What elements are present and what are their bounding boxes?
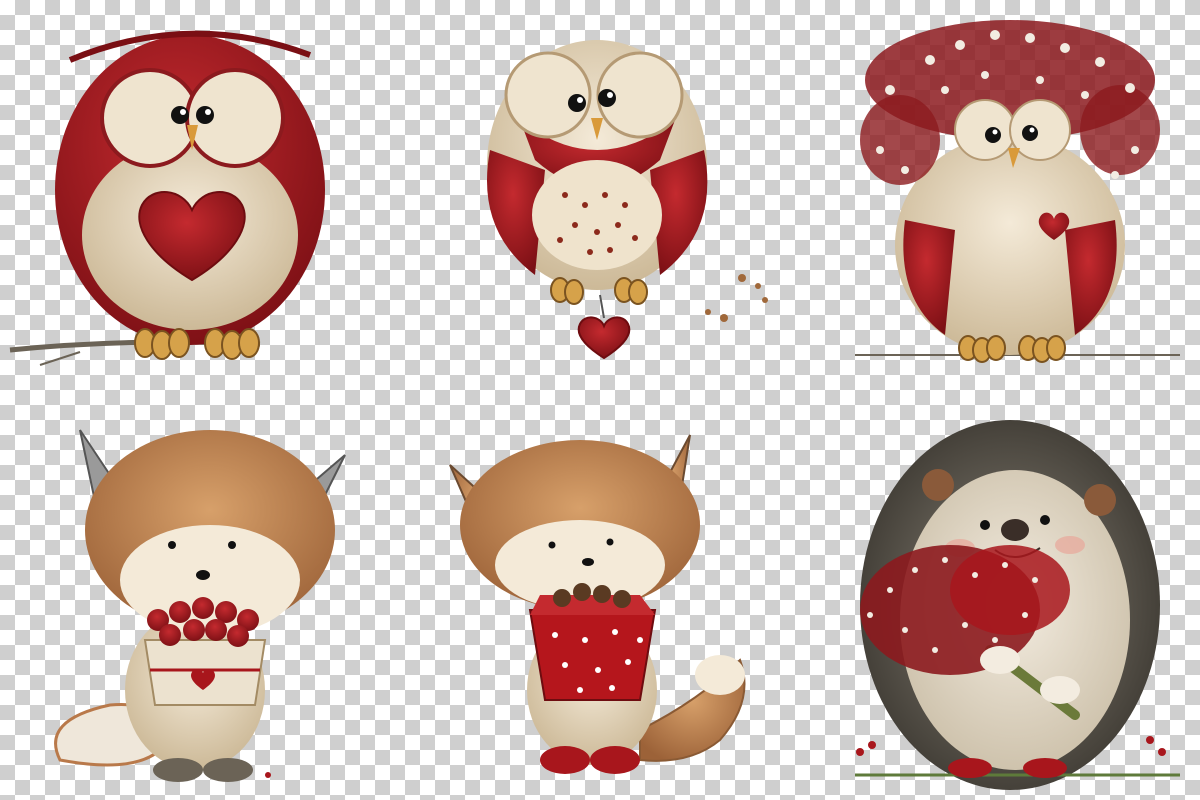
owl-hanging-heart: [487, 40, 768, 360]
fox-cherries-box: [54, 429, 346, 782]
valentine-animal-clipart-sheet: [9, 20, 1180, 790]
fox-chocolate-box: [449, 434, 746, 774]
hedgehog-bouquet: [855, 420, 1180, 790]
owl-flower-crown: [855, 20, 1180, 363]
owl-heart-branch: [9, 30, 325, 366]
